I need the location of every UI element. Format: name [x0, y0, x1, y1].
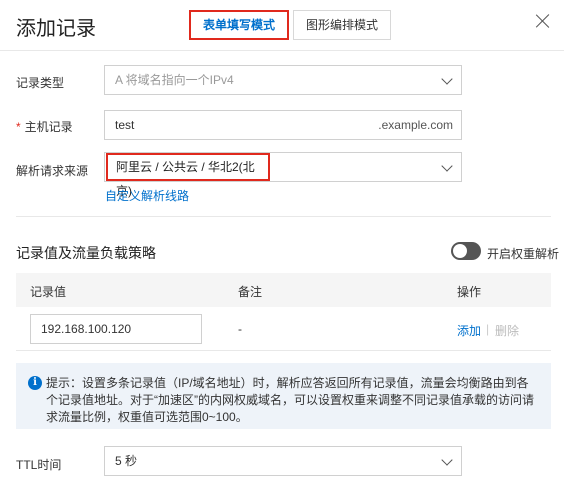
required-mark: * [16, 120, 21, 134]
delete-link[interactable]: 删除 [495, 322, 519, 339]
record-type-value: A 将域名指向一个IPv4 [115, 73, 234, 87]
table-row: 192.168.100.120 - 添加 | 删除 [16, 307, 551, 351]
chevron-down-icon [441, 160, 453, 172]
host-record-label-text: 主机记录 [24, 120, 73, 134]
section-divider [16, 216, 551, 217]
host-record-value: test [115, 118, 135, 132]
table-header: 记录值 备注 操作 [16, 273, 551, 307]
column-header-action: 操作 [457, 285, 482, 299]
info-icon: i [28, 376, 42, 390]
host-record-label: * 主机记录 [16, 118, 73, 135]
close-icon[interactable] [535, 13, 551, 29]
resolve-source-value: 阿里云 / 公共云 / 华北2(北京) [106, 153, 270, 198]
header-divider [0, 50, 564, 51]
notice-text: 提示：设置多条记录值（IP/域名地址）时，解析应答返回所有记录值，流量会均衡路由… [46, 376, 534, 424]
record-value-input[interactable]: 192.168.100.120 [30, 314, 202, 344]
weight-toggle-label: 开启权重解析 [487, 247, 560, 261]
tab-form-mode[interactable]: 表单填写模式 [189, 10, 290, 40]
custom-line-link[interactable]: 自定义解析线路 [105, 187, 189, 204]
ttl-select[interactable]: 5 秒 [104, 446, 462, 476]
column-header-remark: 备注 [238, 285, 263, 299]
ttl-value: 5 秒 [115, 454, 138, 468]
chevron-down-icon [441, 454, 453, 466]
weight-toggle[interactable] [451, 242, 481, 260]
dialog-title: 添加记录 [16, 18, 96, 40]
record-type-select[interactable]: A 将域名指向一个IPv4 [104, 65, 462, 95]
chevron-down-icon [441, 73, 453, 85]
column-header-value: 记录值 [30, 285, 67, 299]
add-link[interactable]: 添加 [457, 322, 481, 339]
notice-box: i 提示：设置多条记录值（IP/域名地址）时，解析应答返回所有记录值，流量会均衡… [16, 363, 551, 429]
host-record-input[interactable]: test .example.com [104, 110, 462, 140]
remark-cell: - [238, 322, 242, 336]
domain-suffix: .example.com [378, 118, 453, 132]
action-separator: | [486, 322, 490, 336]
resolve-source-label: 解析请求来源 [16, 164, 89, 178]
strategy-title: 记录值及流量负载策略 [16, 245, 156, 261]
ttl-label: TTL时间 [16, 458, 62, 472]
tab-graphic-mode[interactable]: 图形编排模式 [293, 10, 392, 40]
record-type-label: 记录类型 [16, 76, 65, 90]
mode-tabs: 表单填写模式 图形编排模式 [189, 10, 392, 40]
